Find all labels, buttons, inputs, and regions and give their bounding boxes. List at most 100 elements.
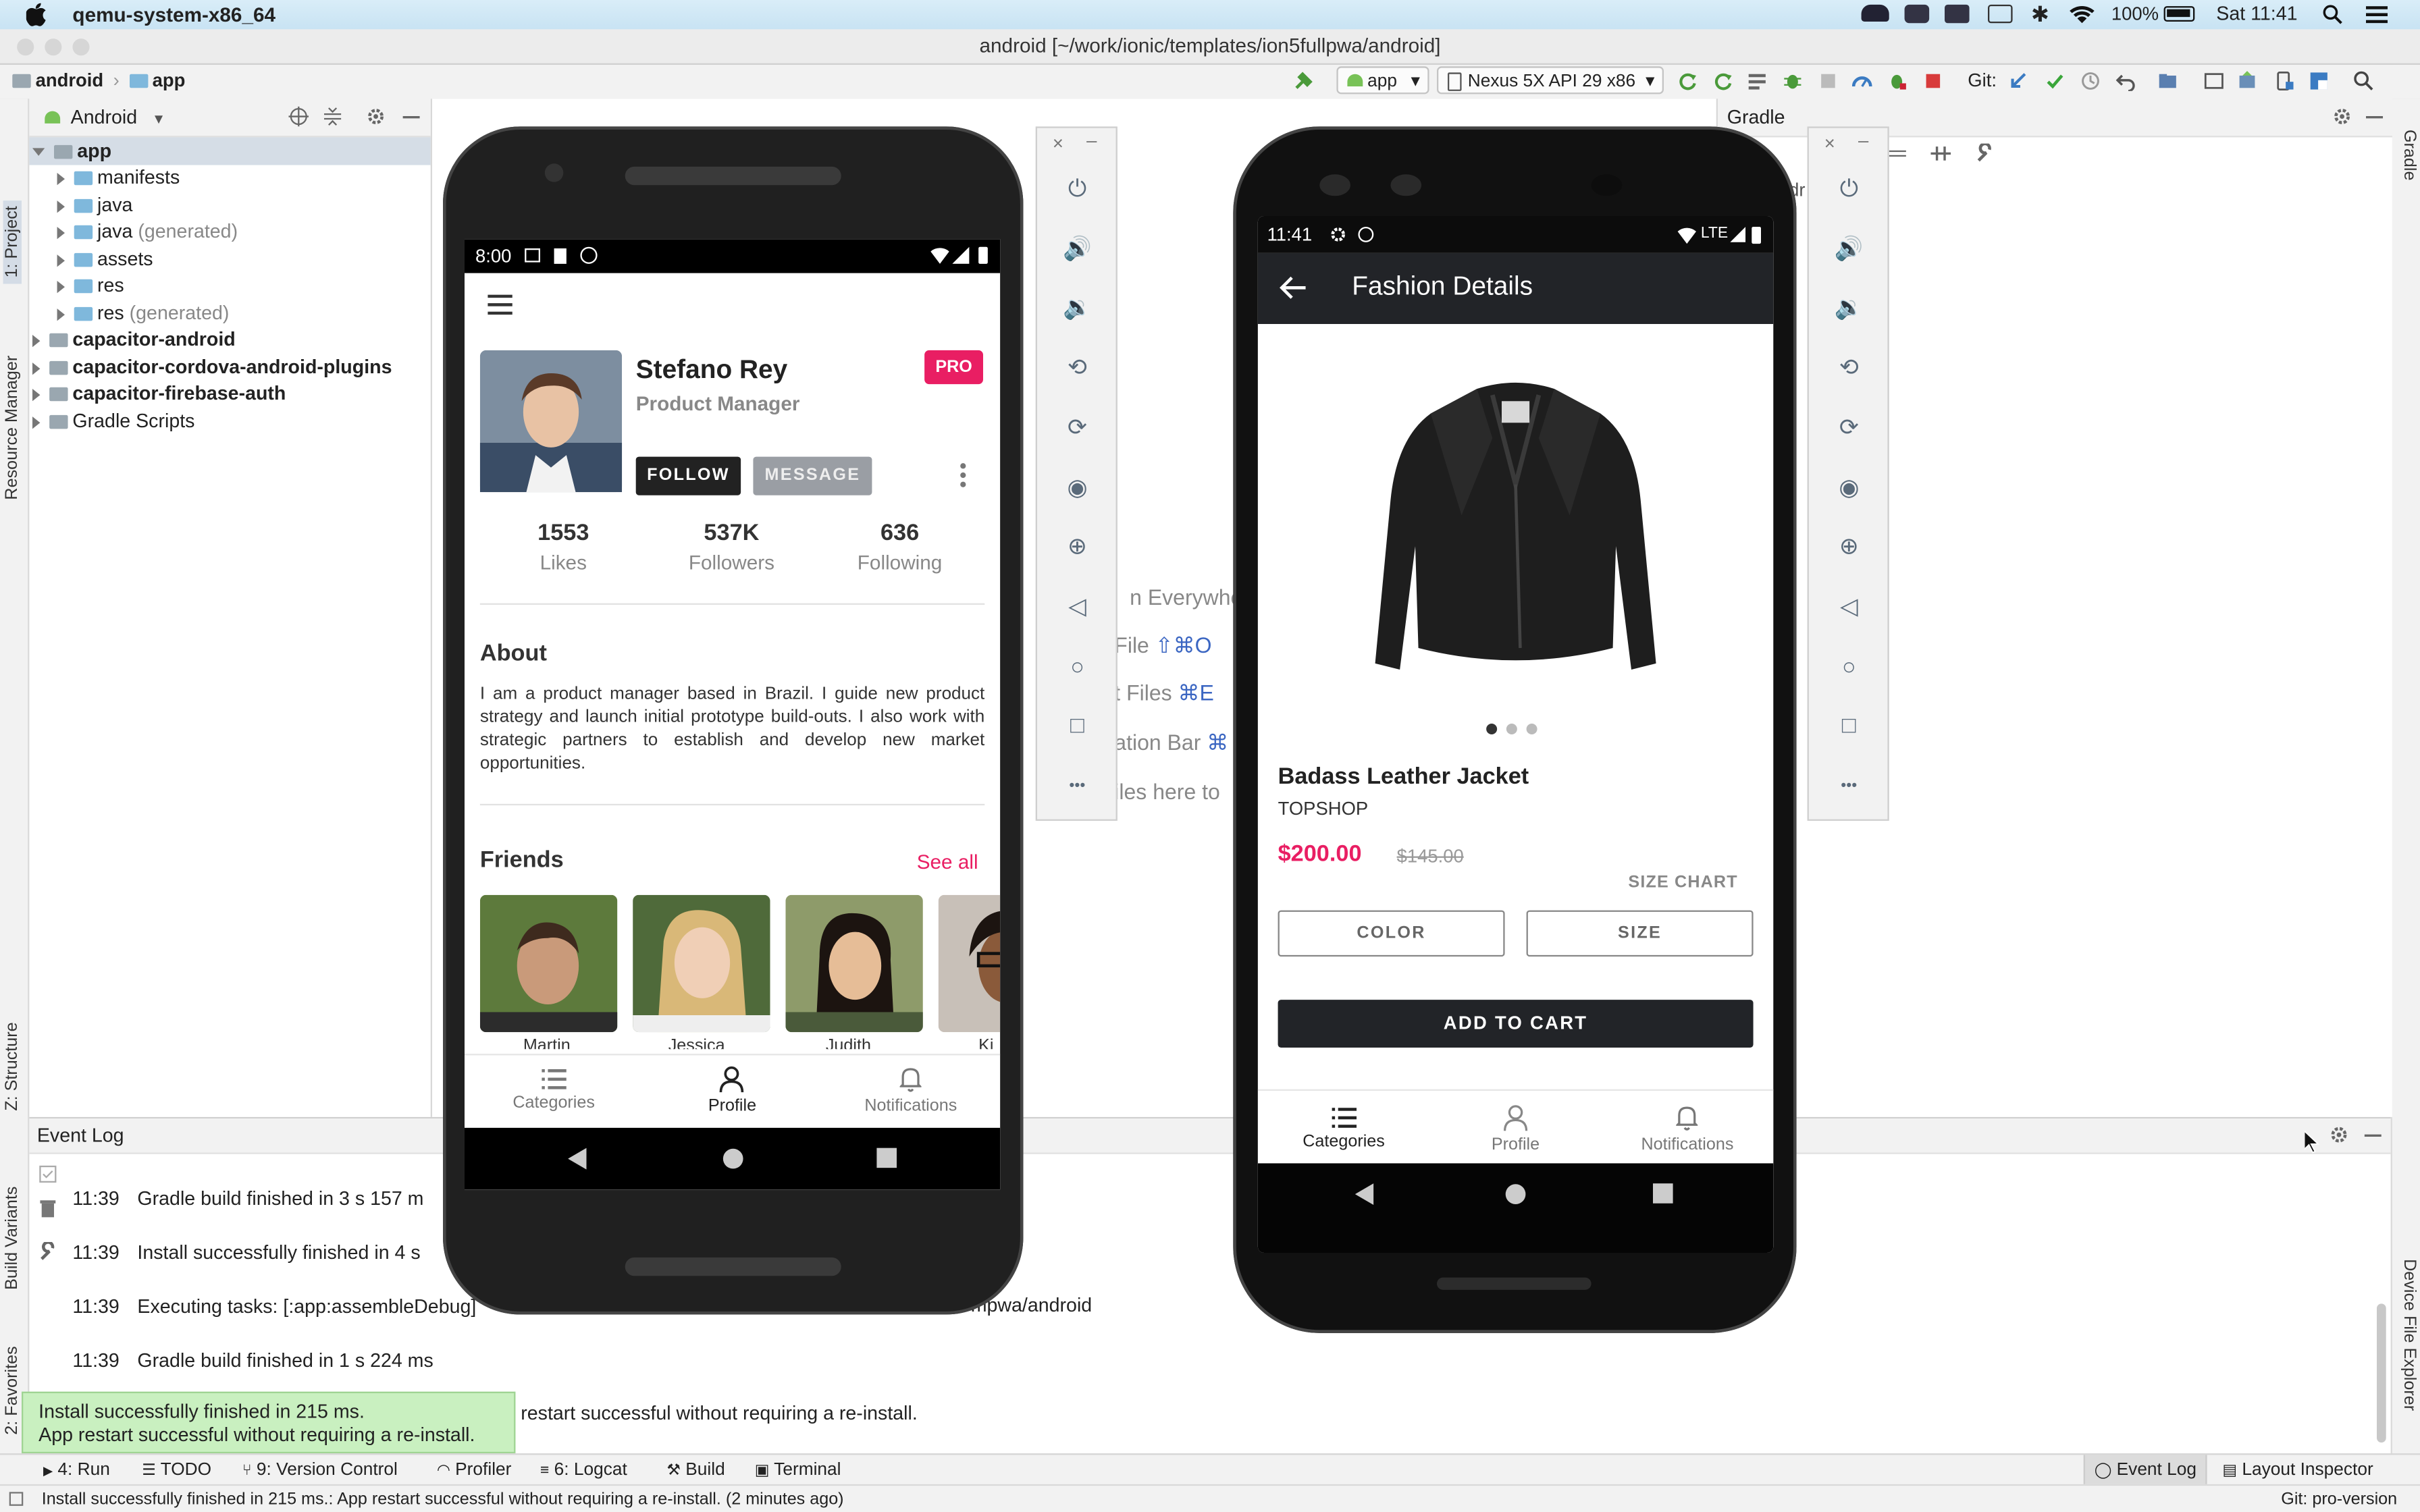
git-rollback-icon[interactable] <box>2115 71 2136 91</box>
hide-panel-icon[interactable] <box>2364 1125 2382 1145</box>
tab-event-log[interactable]: ◯ Event Log <box>2083 1455 2208 1488</box>
jacket-product-image[interactable] <box>1369 377 1662 679</box>
minimize-icon[interactable]: – <box>1858 130 1868 151</box>
display-icon[interactable] <box>1988 4 2013 24</box>
volume-down-icon[interactable]: 🔉 <box>1833 294 1864 325</box>
overview-icon[interactable]: □ <box>1833 711 1864 742</box>
notification-center-icon[interactable] <box>2366 6 2388 24</box>
status-message[interactable]: Install successfully finished in 215 ms.… <box>42 1486 844 1512</box>
project-structure-icon[interactable] <box>2157 71 2178 91</box>
toggle-offline-icon[interactable] <box>1930 144 1951 164</box>
collapse-all-icon[interactable] <box>1887 144 1908 164</box>
recents-square-icon[interactable] <box>876 1148 897 1168</box>
stat-followers[interactable]: 537K Followers <box>662 520 801 574</box>
tab-build[interactable]: ⚒ Build <box>666 1455 725 1487</box>
tree-item[interactable]: capacitor-cordova-android-plugins <box>32 355 392 381</box>
gear-icon[interactable] <box>366 107 386 127</box>
tab-terminal[interactable]: ▣ Terminal <box>755 1455 841 1487</box>
tab-build-variants[interactable]: Build Variants <box>3 1187 22 1290</box>
breadcrumb-module[interactable]: app <box>153 70 186 91</box>
sdk-manager-icon[interactable] <box>2238 71 2258 91</box>
tab-resource-manager[interactable]: Resource Manager <box>3 356 22 500</box>
tab-device-file-explorer[interactable]: Device File Explorer <box>2400 1259 2418 1411</box>
tab-project[interactable]: 1: Project <box>3 200 22 284</box>
friend-avatar[interactable] <box>633 894 770 1033</box>
camera-icon[interactable]: ◉ <box>1062 473 1093 504</box>
zoom-window-button[interactable] <box>72 38 90 56</box>
tab-logcat[interactable]: ≡ 6: Logcat <box>540 1455 627 1487</box>
stat-likes[interactable]: 1553 Likes <box>494 520 633 574</box>
tab-layout-inspector[interactable]: ▤ Layout Inspector <box>2222 1455 2373 1487</box>
hide-panel-icon[interactable] <box>402 107 420 127</box>
wrench-icon[interactable] <box>1976 143 1996 164</box>
size-select-button[interactable]: SIZE <box>1526 910 1754 957</box>
tab-categories[interactable]: Categories <box>465 1055 643 1112</box>
zoom-icon[interactable]: ⊕ <box>1833 533 1864 564</box>
tree-item[interactable]: assets <box>57 247 153 273</box>
size-chart-link[interactable]: SIZE CHART <box>1628 873 1737 892</box>
chevron-right-icon[interactable] <box>57 172 65 185</box>
minimize-window-button[interactable] <box>45 38 62 56</box>
git-commit-check-icon[interactable] <box>2045 71 2066 91</box>
stop-icon[interactable] <box>1923 71 1943 91</box>
add-to-cart-button[interactable]: ADD TO CART <box>1278 1000 1754 1048</box>
hamburger-menu-icon[interactable] <box>488 294 512 315</box>
rotate-right-icon[interactable]: ⟳ <box>1062 413 1093 444</box>
git-branch-status[interactable]: Git: pro-version <box>2281 1486 2397 1512</box>
back-icon[interactable]: ◁ <box>1062 592 1093 623</box>
search-icon[interactable] <box>2354 71 2374 91</box>
tree-item[interactable]: Gradle Scripts <box>32 409 194 435</box>
tab-profile[interactable]: Profile <box>1429 1091 1601 1154</box>
tab-profile[interactable]: Profile <box>643 1055 821 1116</box>
chevron-right-icon[interactable] <box>57 280 65 293</box>
wrench-icon[interactable] <box>38 1242 57 1260</box>
profile-icon[interactable] <box>1851 71 1872 91</box>
close-icon[interactable]: × <box>1824 133 1835 155</box>
git-update-icon[interactable] <box>2008 71 2028 91</box>
zoom-icon[interactable]: ⊕ <box>1062 533 1093 564</box>
scroll-from-source-icon[interactable] <box>288 106 309 127</box>
git-history-clock-icon[interactable] <box>2080 71 2101 91</box>
more-icon[interactable]: ••• <box>1833 772 1864 803</box>
chevron-right-icon[interactable] <box>32 416 41 429</box>
tree-item[interactable]: manifests <box>57 165 180 192</box>
run-config-select[interactable]: app ▾ <box>1336 66 1429 94</box>
home-icon[interactable]: ○ <box>1833 652 1864 683</box>
chevron-right-icon[interactable] <box>32 362 41 375</box>
run-list-icon[interactable] <box>1747 71 1767 91</box>
apply-code-changes-icon[interactable] <box>1713 71 1733 91</box>
avatar-stefano[interactable] <box>479 350 623 493</box>
friend-avatar[interactable] <box>785 894 923 1033</box>
see-all-link[interactable]: See all <box>917 850 978 873</box>
menubar-clock[interactable]: Sat 11:41 <box>2216 3 2297 25</box>
chevron-right-icon[interactable] <box>57 200 65 213</box>
tab-todo[interactable]: ☰ TODO <box>142 1455 211 1487</box>
tree-item[interactable]: capacitor-android <box>32 327 236 354</box>
tab-favorites[interactable]: 2: Favorites <box>3 1346 22 1434</box>
more-icon[interactable]: ••• <box>1062 772 1093 803</box>
volume-up-icon[interactable]: 🔊 <box>1062 234 1093 265</box>
close-window-button[interactable] <box>17 38 34 56</box>
camera-icon[interactable]: ◉ <box>1833 473 1864 504</box>
volume-down-icon[interactable]: 🔉 <box>1062 294 1093 325</box>
tab-categories[interactable]: Categories <box>1258 1091 1429 1151</box>
tab-version-control[interactable]: ⑂ 9: Version Control <box>242 1455 398 1487</box>
hide-panel-icon[interactable] <box>2366 107 2384 127</box>
bluetooth-icon[interactable]: ✱ <box>2031 1 2049 28</box>
project-view-select[interactable]: Android <box>71 107 138 128</box>
tree-item[interactable]: capacitor-firebase-auth <box>32 381 286 408</box>
home-circle-icon[interactable] <box>722 1148 744 1170</box>
tab-notifications[interactable]: Notifications <box>1602 1091 1773 1154</box>
debug-bug-icon[interactable] <box>1783 71 1803 91</box>
tab-structure[interactable]: Z: Structure <box>3 1022 22 1110</box>
tab-run[interactable]: ▶ 4: Run <box>43 1455 110 1487</box>
more-vertical-icon[interactable] <box>958 461 968 489</box>
carousel-dot[interactable] <box>1526 724 1537 734</box>
gear-icon[interactable] <box>2332 107 2352 127</box>
mark-all-read-icon[interactable] <box>38 1165 57 1183</box>
apple-icon[interactable] <box>26 3 47 26</box>
tree-item[interactable]: res (generated) <box>57 301 229 327</box>
minimize-icon[interactable]: – <box>1086 130 1097 151</box>
chevron-down-icon[interactable] <box>32 148 45 157</box>
scrollbar-thumb[interactable] <box>2377 1303 2386 1443</box>
